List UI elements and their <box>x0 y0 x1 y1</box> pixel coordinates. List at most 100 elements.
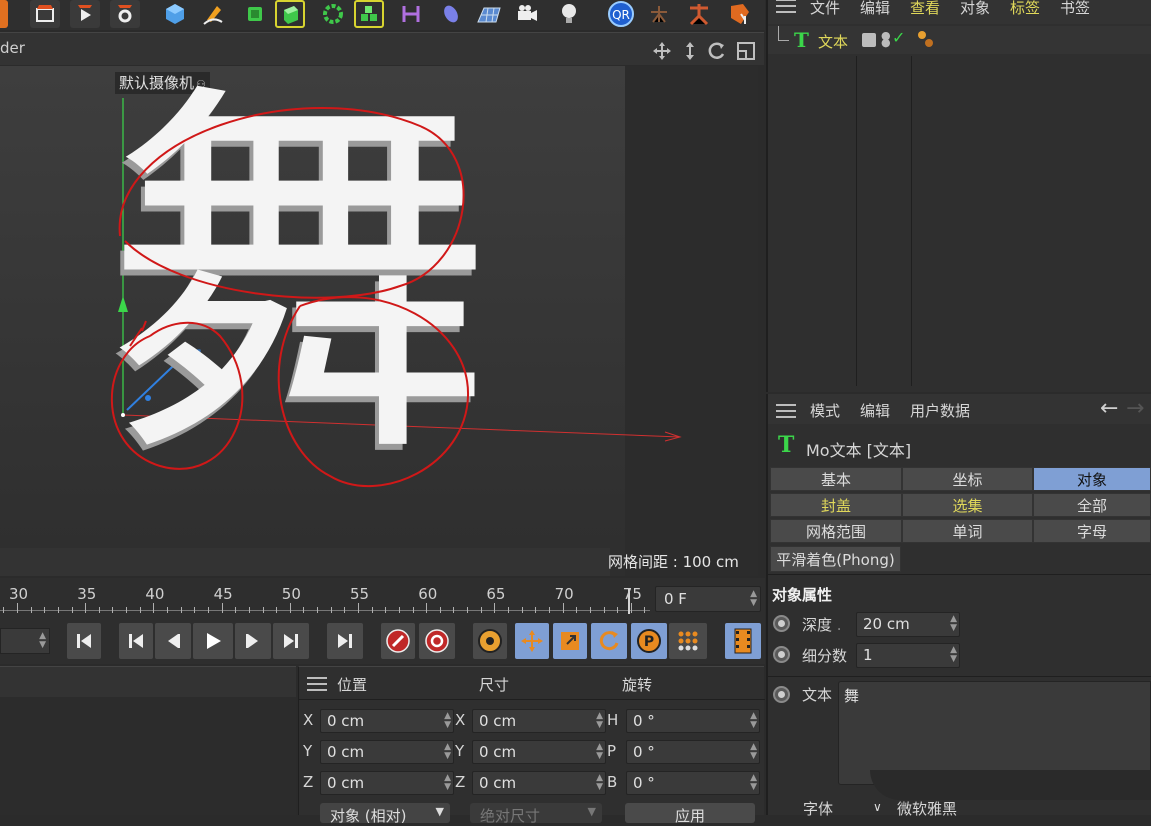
rotation-field[interactable]: 0 ° ▲ ▼ <box>626 740 760 764</box>
position-field[interactable]: 0 cm ▲ ▼ <box>320 740 454 764</box>
viewport-tab-label[interactable]: der <box>0 39 25 57</box>
move-view-icon[interactable] <box>652 41 672 65</box>
position-field[interactable]: 0 cm ▲ ▼ <box>320 771 454 795</box>
extrude-icon[interactable] <box>275 0 305 28</box>
character-icon[interactable] <box>684 0 714 28</box>
menu-tags[interactable]: 标签 <box>1010 0 1040 18</box>
prev-key-icon[interactable] <box>119 623 153 659</box>
coord-size-dropdown[interactable]: 绝对尺寸 ▼ <box>470 803 602 825</box>
go-start-icon[interactable] <box>67 623 101 659</box>
step-back-icon[interactable] <box>155 623 191 659</box>
viewport-canvas[interactable]: 默认摄像机 ⚇ 舞 舞 网格间距 : 100 cm <box>0 66 758 576</box>
cloner-icon[interactable] <box>318 0 348 28</box>
tab-3[interactable]: 对象 <box>1033 467 1151 491</box>
autokey-icon[interactable] <box>419 623 455 659</box>
pen-icon[interactable] <box>198 0 228 28</box>
coord-mode-dropdown[interactable]: 对象 (相对) ▼ <box>320 803 450 825</box>
tab-4[interactable]: 封盖 <box>770 493 902 517</box>
menu-edit[interactable]: 编辑 <box>860 0 890 18</box>
render-icon[interactable] <box>70 0 100 28</box>
menu-icon[interactable] <box>776 0 796 13</box>
spin-icon[interactable]: ▲ ▼ <box>750 743 757 761</box>
subdiv-field[interactable]: 1 ▲ ▼ <box>856 643 960 668</box>
xpresso-icon[interactable] <box>644 0 674 28</box>
menu-mode[interactable]: 模式 <box>810 400 840 421</box>
frame-spin-icon[interactable]: ▲ ▼ <box>750 590 757 608</box>
rotation-field[interactable]: 0 ° ▲ ▼ <box>626 709 760 733</box>
spin-icon[interactable]: ▲ ▼ <box>444 712 451 730</box>
clapper-icon[interactable] <box>0 0 8 28</box>
clapper-icon[interactable] <box>30 0 60 28</box>
next-key-icon[interactable] <box>273 623 309 659</box>
menu-edit[interactable]: 编辑 <box>860 400 890 421</box>
checkmark-icon[interactable]: ✓ <box>892 28 905 47</box>
spin-icon[interactable]: ▲ ▼ <box>950 646 957 664</box>
forward-arrow-icon[interactable]: → <box>1126 396 1144 421</box>
subdiv-animate-radio[interactable] <box>773 646 790 663</box>
play-icon[interactable] <box>193 623 233 659</box>
record-icon[interactable] <box>381 623 415 659</box>
size-field[interactable]: 0 cm ▲ ▼ <box>472 709 606 733</box>
back-arrow-icon[interactable]: ← <box>1100 396 1118 421</box>
move-key-icon[interactable] <box>515 623 549 659</box>
voronoi-icon[interactable] <box>354 0 384 28</box>
menu-icon[interactable] <box>307 677 327 691</box>
rotation-field[interactable]: 0 ° ▲ ▼ <box>626 771 760 795</box>
font-value[interactable]: 微软雅黑 <box>897 798 957 819</box>
scale-key-icon[interactable] <box>553 623 587 659</box>
menu-user-data[interactable]: 用户数据 <box>910 400 970 421</box>
tab-7[interactable]: 网格范围 <box>770 519 902 543</box>
chevron-down-icon[interactable]: ∨ <box>873 800 882 814</box>
spin-icon[interactable]: ▲ ▼ <box>596 743 603 761</box>
timeline-ruler[interactable]: 0 F ▲ ▼ <box>0 578 765 618</box>
apply-button[interactable]: 应用 <box>625 803 755 825</box>
param-key-icon[interactable]: P <box>631 623 667 659</box>
deformer-icon[interactable] <box>436 0 466 28</box>
camera-icon[interactable] <box>512 0 542 28</box>
tab-phong[interactable]: 平滑着色(Phong) <box>770 546 901 572</box>
keyframe-icon[interactable] <box>473 623 507 659</box>
size-field[interactable]: 0 cm ▲ ▼ <box>472 771 606 795</box>
pla-icon[interactable] <box>669 623 707 659</box>
rotate-view-icon[interactable] <box>707 41 727 65</box>
tab-2[interactable]: 坐标 <box>902 467 1033 491</box>
tab-6[interactable]: 全部 <box>1033 493 1151 517</box>
playback-start-field[interactable]: ▲ ▼ <box>0 628 50 654</box>
frame-field[interactable]: 0 F ▲ ▼ <box>655 586 761 612</box>
rotate-key-icon[interactable] <box>591 623 627 659</box>
maximize-icon[interactable] <box>736 41 756 65</box>
spin-icon[interactable]: ▲ ▼ <box>596 712 603 730</box>
depth-animate-radio[interactable] <box>773 615 790 632</box>
qr-icon[interactable]: QR <box>606 0 636 28</box>
position-field[interactable]: 0 cm ▲ ▼ <box>320 709 454 733</box>
menu-view[interactable]: 查看 <box>910 0 940 18</box>
size-field[interactable]: 0 cm ▲ ▼ <box>472 740 606 764</box>
text-animate-radio[interactable] <box>773 686 790 703</box>
spin-icon[interactable]: ▲ ▼ <box>950 615 957 633</box>
menu-icon[interactable] <box>776 404 796 418</box>
menu-file[interactable]: 文件 <box>810 0 840 18</box>
spin-icon[interactable]: ▲ ▼ <box>444 743 451 761</box>
object-row-text[interactable]: T 文本 ● ● ✓ <box>768 26 1151 54</box>
object-name[interactable]: 文本 <box>818 31 848 52</box>
step-forward-icon[interactable] <box>235 623 271 659</box>
menu-bookmarks[interactable]: 书签 <box>1060 0 1090 18</box>
editor-visibility-icon[interactable] <box>862 33 876 47</box>
spin-icon[interactable]: ▲ ▼ <box>444 774 451 792</box>
tab-5[interactable]: 选集 <box>902 493 1033 517</box>
spin-icon[interactable]: ▲ ▼ <box>596 774 603 792</box>
menu-objects[interactable]: 对象 <box>960 0 990 18</box>
deformer-icon[interactable] <box>396 0 426 28</box>
tab-9[interactable]: 字母 <box>1033 519 1151 543</box>
render-settings-icon[interactable] <box>110 0 140 28</box>
spin-icon[interactable]: ▲ ▼ <box>750 774 757 792</box>
tag-icon[interactable] <box>724 0 754 28</box>
go-end-icon[interactable] <box>327 623 363 659</box>
light-icon[interactable] <box>554 0 584 28</box>
cube-icon[interactable] <box>160 0 190 28</box>
film-icon[interactable] <box>725 623 761 659</box>
tag-spheres-icon[interactable] <box>914 28 936 54</box>
dolly-icon[interactable] <box>681 41 699 65</box>
depth-field[interactable]: 20 cm ▲ ▼ <box>856 612 960 637</box>
floor-icon[interactable] <box>474 0 504 28</box>
